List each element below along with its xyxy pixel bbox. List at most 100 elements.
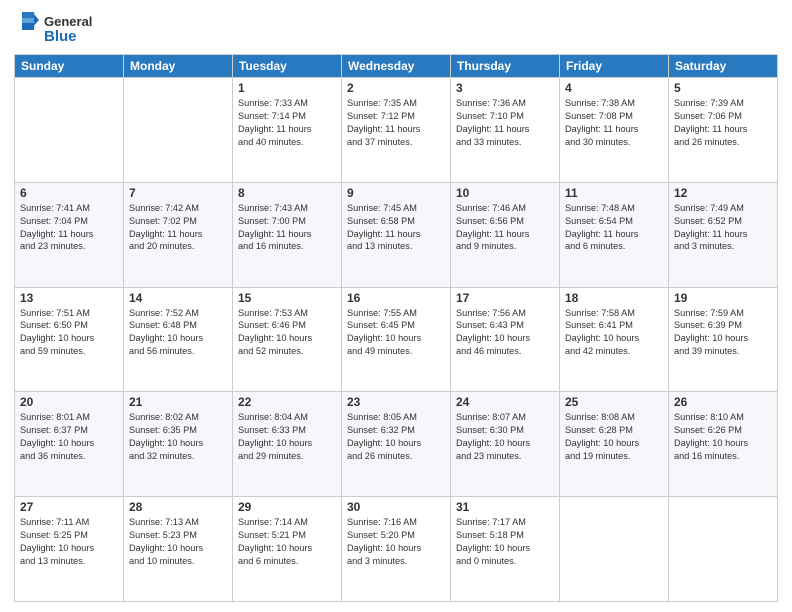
day-number: 20	[20, 395, 118, 409]
header-tuesday: Tuesday	[233, 55, 342, 78]
cell-info: Sunrise: 7:51 AM Sunset: 6:50 PM Dayligh…	[20, 307, 118, 359]
calendar-cell: 20 Sunrise: 8:01 AM Sunset: 6:37 PM Dayli…	[15, 392, 124, 497]
cell-info: Sunrise: 7:53 AM Sunset: 6:46 PM Dayligh…	[238, 307, 336, 359]
header-friday: Friday	[560, 55, 669, 78]
cell-info: Sunrise: 7:39 AM Sunset: 7:06 PM Dayligh…	[674, 97, 772, 149]
day-number: 15	[238, 291, 336, 305]
cell-info: Sunrise: 7:56 AM Sunset: 6:43 PM Dayligh…	[456, 307, 554, 359]
cell-info: Sunrise: 7:52 AM Sunset: 6:48 PM Dayligh…	[129, 307, 227, 359]
calendar-week-4: 20 Sunrise: 8:01 AM Sunset: 6:37 PM Dayli…	[15, 392, 778, 497]
cell-info: Sunrise: 8:10 AM Sunset: 6:26 PM Dayligh…	[674, 411, 772, 463]
header-wednesday: Wednesday	[342, 55, 451, 78]
day-number: 11	[565, 186, 663, 200]
cell-info: Sunrise: 7:35 AM Sunset: 7:12 PM Dayligh…	[347, 97, 445, 149]
cell-info: Sunrise: 7:36 AM Sunset: 7:10 PM Dayligh…	[456, 97, 554, 149]
calendar-cell: 1 Sunrise: 7:33 AM Sunset: 7:14 PM Daylig…	[233, 78, 342, 183]
logo: General Blue	[14, 10, 104, 48]
calendar-cell	[560, 497, 669, 602]
calendar-cell: 7 Sunrise: 7:42 AM Sunset: 7:02 PM Daylig…	[124, 182, 233, 287]
header-saturday: Saturday	[669, 55, 778, 78]
logo-svg: General Blue	[14, 10, 104, 48]
calendar-cell: 21Sunrise: 8:02 AM Sunset: 6:35 PM Dayli…	[124, 392, 233, 497]
cell-info: Sunrise: 7:43 AM Sunset: 7:00 PM Dayligh…	[238, 202, 336, 254]
header: General Blue	[14, 10, 778, 48]
cell-info: Sunrise: 7:46 AM Sunset: 6:56 PM Dayligh…	[456, 202, 554, 254]
calendar-cell: 26 Sunrise: 8:10 AM Sunset: 6:26 PM Dayli…	[669, 392, 778, 497]
calendar-table: SundayMondayTuesdayWednesdayThursdayFrid…	[14, 54, 778, 602]
cell-info: Sunrise: 7:17 AM Sunset: 5:18 PM Dayligh…	[456, 516, 554, 568]
cell-info: Sunrise: 8:01 AM Sunset: 6:37 PM Dayligh…	[20, 411, 118, 463]
header-sunday: Sunday	[15, 55, 124, 78]
calendar-cell: 19 Sunrise: 7:59 AM Sunset: 6:39 PM Dayli…	[669, 287, 778, 392]
day-number: 16	[347, 291, 445, 305]
day-number: 5	[674, 81, 772, 95]
cell-info: Sunrise: 7:59 AM Sunset: 6:39 PM Dayligh…	[674, 307, 772, 359]
day-number: 1	[238, 81, 336, 95]
header-thursday: Thursday	[451, 55, 560, 78]
calendar-cell: 23 Sunrise: 8:05 AM Sunset: 6:32 PM Dayli…	[342, 392, 451, 497]
cell-info: Sunrise: 7:58 AM Sunset: 6:41 PM Dayligh…	[565, 307, 663, 359]
day-number: 3	[456, 81, 554, 95]
cell-info: Sunrise: 8:04 AM Sunset: 6:33 PM Dayligh…	[238, 411, 336, 463]
day-number: 10	[456, 186, 554, 200]
cell-info: Sunrise: 7:33 AM Sunset: 7:14 PM Dayligh…	[238, 97, 336, 149]
calendar-cell: 13 Sunrise: 7:51 AM Sunset: 6:50 PM Dayli…	[15, 287, 124, 392]
calendar-cell	[15, 78, 124, 183]
cell-info: Sunrise: 7:16 AM Sunset: 5:20 PM Dayligh…	[347, 516, 445, 568]
calendar-cell	[669, 497, 778, 602]
day-number: 19	[674, 291, 772, 305]
calendar-cell: 24 Sunrise: 8:07 AM Sunset: 6:30 PM Dayli…	[451, 392, 560, 497]
day-number: 8	[238, 186, 336, 200]
day-number: 22	[238, 395, 336, 409]
cell-info: Sunrise: 7:13 AM Sunset: 5:23 PM Dayligh…	[129, 516, 227, 568]
cell-info: Sunrise: 7:38 AM Sunset: 7:08 PM Dayligh…	[565, 97, 663, 149]
calendar-cell: 16Sunrise: 7:55 AM Sunset: 6:45 PM Dayli…	[342, 287, 451, 392]
cell-info: Sunrise: 7:48 AM Sunset: 6:54 PM Dayligh…	[565, 202, 663, 254]
day-number: 12	[674, 186, 772, 200]
cell-info: Sunrise: 7:49 AM Sunset: 6:52 PM Dayligh…	[674, 202, 772, 254]
calendar-week-1: 1 Sunrise: 7:33 AM Sunset: 7:14 PM Daylig…	[15, 78, 778, 183]
day-number: 30	[347, 500, 445, 514]
calendar-week-3: 13 Sunrise: 7:51 AM Sunset: 6:50 PM Dayli…	[15, 287, 778, 392]
day-number: 7	[129, 186, 227, 200]
calendar-cell: 22 Sunrise: 8:04 AM Sunset: 6:33 PM Dayli…	[233, 392, 342, 497]
day-number: 28	[129, 500, 227, 514]
calendar-cell: 5 Sunrise: 7:39 AM Sunset: 7:06 PM Daylig…	[669, 78, 778, 183]
day-number: 24	[456, 395, 554, 409]
page: General Blue SundayMondayTuesdayWednesda…	[0, 0, 792, 612]
day-number: 6	[20, 186, 118, 200]
calendar-cell: 29Sunrise: 7:14 AM Sunset: 5:21 PM Dayli…	[233, 497, 342, 602]
calendar-cell: 31 Sunrise: 7:17 AM Sunset: 5:18 PM Dayli…	[451, 497, 560, 602]
calendar-header-row: SundayMondayTuesdayWednesdayThursdayFrid…	[15, 55, 778, 78]
day-number: 26	[674, 395, 772, 409]
cell-info: Sunrise: 7:11 AM Sunset: 5:25 PM Dayligh…	[20, 516, 118, 568]
cell-info: Sunrise: 7:14 AM Sunset: 5:21 PM Dayligh…	[238, 516, 336, 568]
cell-info: Sunrise: 8:02 AM Sunset: 6:35 PM Dayligh…	[129, 411, 227, 463]
calendar-cell: 27 Sunrise: 7:11 AM Sunset: 5:25 PM Dayli…	[15, 497, 124, 602]
calendar-cell: 10 Sunrise: 7:46 AM Sunset: 6:56 PM Dayli…	[451, 182, 560, 287]
calendar-cell: 18Sunrise: 7:58 AM Sunset: 6:41 PM Dayli…	[560, 287, 669, 392]
svg-text:General: General	[44, 14, 92, 29]
cell-info: Sunrise: 8:05 AM Sunset: 6:32 PM Dayligh…	[347, 411, 445, 463]
calendar-cell: 14 Sunrise: 7:52 AM Sunset: 6:48 PM Dayli…	[124, 287, 233, 392]
cell-info: Sunrise: 8:08 AM Sunset: 6:28 PM Dayligh…	[565, 411, 663, 463]
calendar-cell: 6Sunrise: 7:41 AM Sunset: 7:04 PM Daylig…	[15, 182, 124, 287]
calendar-week-2: 6Sunrise: 7:41 AM Sunset: 7:04 PM Daylig…	[15, 182, 778, 287]
calendar-cell: 8 Sunrise: 7:43 AM Sunset: 7:00 PM Daylig…	[233, 182, 342, 287]
calendar-cell: 17Sunrise: 7:56 AM Sunset: 6:43 PM Dayli…	[451, 287, 560, 392]
cell-info: Sunrise: 7:42 AM Sunset: 7:02 PM Dayligh…	[129, 202, 227, 254]
cell-info: Sunrise: 8:07 AM Sunset: 6:30 PM Dayligh…	[456, 411, 554, 463]
calendar-cell: 4Sunrise: 7:38 AM Sunset: 7:08 PM Daylig…	[560, 78, 669, 183]
calendar-cell: 28 Sunrise: 7:13 AM Sunset: 5:23 PM Dayli…	[124, 497, 233, 602]
day-number: 23	[347, 395, 445, 409]
day-number: 31	[456, 500, 554, 514]
calendar-cell: 12 Sunrise: 7:49 AM Sunset: 6:52 PM Dayli…	[669, 182, 778, 287]
day-number: 27	[20, 500, 118, 514]
cell-info: Sunrise: 7:45 AM Sunset: 6:58 PM Dayligh…	[347, 202, 445, 254]
day-number: 13	[20, 291, 118, 305]
calendar-cell: 9 Sunrise: 7:45 AM Sunset: 6:58 PM Daylig…	[342, 182, 451, 287]
day-number: 9	[347, 186, 445, 200]
calendar-cell: 30 Sunrise: 7:16 AM Sunset: 5:20 PM Dayli…	[342, 497, 451, 602]
day-number: 14	[129, 291, 227, 305]
calendar-cell: 15 Sunrise: 7:53 AM Sunset: 6:46 PM Dayli…	[233, 287, 342, 392]
